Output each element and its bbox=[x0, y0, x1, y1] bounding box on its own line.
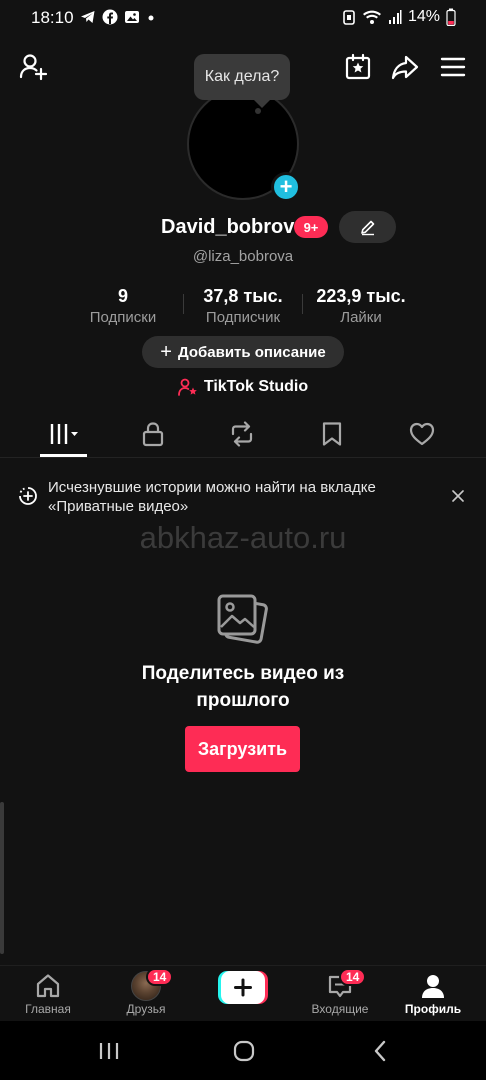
stat-label: Подписки bbox=[89, 309, 157, 326]
plus-icon: + bbox=[279, 174, 293, 199]
stat-value: 223,9 тыс. bbox=[316, 286, 406, 306]
share-profile-button[interactable] bbox=[388, 50, 422, 84]
profile-tabs bbox=[0, 412, 486, 458]
status-left-icons bbox=[80, 9, 156, 25]
status-bar: 18:10 14% bbox=[0, 0, 486, 36]
nav-friends[interactable]: Друзья 14 bbox=[101, 966, 191, 1022]
calendar-star-icon bbox=[345, 53, 371, 80]
add-description-button[interactable]: + Добавить описание bbox=[142, 336, 344, 368]
stat-following[interactable]: 9 Подписки bbox=[84, 286, 162, 326]
tab-private[interactable] bbox=[123, 412, 183, 456]
scroll-indicator[interactable] bbox=[0, 802, 4, 954]
tab-videos[interactable] bbox=[35, 412, 95, 456]
nav-home[interactable]: Главная bbox=[3, 966, 93, 1022]
nav-label: Друзья bbox=[126, 1002, 166, 1016]
stat-value: 37,8 тыс. bbox=[203, 286, 283, 306]
add-description-label: Добавить описание bbox=[177, 343, 326, 361]
nav-icon-wrap bbox=[34, 970, 62, 1002]
stat-divider bbox=[302, 294, 303, 314]
plus-icon: + bbox=[160, 340, 172, 363]
wifi-icon bbox=[362, 10, 381, 24]
notification-badge: 14 bbox=[146, 968, 174, 986]
story-plus-icon bbox=[19, 487, 37, 505]
nav-icon-wrap bbox=[419, 970, 447, 1002]
lock-icon bbox=[142, 422, 164, 447]
stat-divider bbox=[183, 294, 184, 314]
add-friend-button[interactable] bbox=[16, 50, 50, 84]
nav-label: Профиль bbox=[404, 1002, 462, 1016]
empty-state-line: Поделитесь видео из bbox=[141, 663, 345, 684]
stat-followers[interactable]: 37,8 тыс. Подписчик bbox=[194, 286, 292, 326]
stat-label: Лайки bbox=[340, 309, 382, 326]
avatar-add-button[interactable]: + bbox=[271, 172, 301, 202]
studio-label: TikTok Studio bbox=[203, 378, 309, 395]
nav-label: Входящие bbox=[311, 1002, 369, 1016]
banner-text-line: Исчезнувшие истории можно найти на вклад… bbox=[48, 479, 376, 496]
nav-inbox[interactable]: Входящие 14 bbox=[295, 966, 385, 1022]
tooltip-text: Как дела? bbox=[204, 68, 280, 85]
bookmark-icon bbox=[322, 422, 342, 446]
gallery-icon bbox=[125, 11, 139, 23]
empty-state-title: Поделитесь видео из прошлого bbox=[0, 660, 486, 714]
pencil-icon bbox=[360, 220, 374, 236]
close-icon bbox=[452, 490, 464, 502]
banner-text: Исчезнувшие истории можно найти на вклад… bbox=[48, 478, 438, 516]
photos-icon bbox=[217, 594, 268, 644]
tab-reposts[interactable] bbox=[212, 412, 272, 456]
display-name: David_bobrov bbox=[161, 216, 295, 238]
banner-text-line: «Приватные видео» bbox=[48, 498, 189, 515]
tooltip-tail-dot bbox=[255, 108, 261, 114]
profile-icon bbox=[422, 975, 444, 998]
name-badge[interactable]: 9+ bbox=[294, 216, 328, 238]
grid-icon bbox=[50, 424, 78, 444]
stat-label: Подписчик bbox=[205, 309, 281, 326]
nav-profile[interactable]: Профиль bbox=[388, 966, 478, 1022]
signal-icon bbox=[388, 10, 402, 24]
home-icon bbox=[36, 974, 60, 998]
back-chevron-icon bbox=[374, 1040, 386, 1062]
studio-person-icon bbox=[177, 378, 197, 396]
share-icon bbox=[391, 55, 419, 80]
add-friend-icon bbox=[19, 54, 48, 81]
battery-percent: 14% bbox=[407, 8, 440, 25]
alarm-icon bbox=[343, 10, 355, 25]
system-nav-bar bbox=[0, 1021, 486, 1080]
recent-apps-button[interactable] bbox=[94, 1039, 124, 1063]
stats-row: 9 Подписки 37,8 тыс. Подписчик 223,9 тыс… bbox=[0, 286, 486, 326]
upload-button[interactable]: Загрузить bbox=[185, 726, 300, 772]
battery-icon bbox=[446, 8, 456, 26]
tab-liked[interactable] bbox=[392, 412, 452, 456]
status-tooltip[interactable]: Как дела? bbox=[194, 54, 290, 108]
edit-profile-button[interactable] bbox=[339, 211, 396, 243]
status-time: 18:10 bbox=[31, 8, 74, 27]
stat-likes[interactable]: 223,9 тыс. Лайки bbox=[304, 286, 418, 326]
create-button[interactable] bbox=[218, 971, 268, 1004]
heart-icon bbox=[409, 422, 435, 446]
home-circle-icon bbox=[233, 1040, 255, 1062]
back-button[interactable] bbox=[365, 1039, 395, 1063]
status-right-icons: 14% bbox=[342, 8, 456, 26]
facebook-icon bbox=[102, 9, 118, 25]
tab-favorites[interactable] bbox=[302, 412, 362, 456]
watermark: abkhaz-auto.ru bbox=[139, 520, 347, 555]
tiktok-studio-link[interactable]: TikTok Studio bbox=[0, 378, 486, 396]
menu-button[interactable] bbox=[436, 50, 470, 84]
banner-close-button[interactable] bbox=[448, 486, 468, 506]
telegram-icon bbox=[81, 11, 95, 23]
menu-icon bbox=[440, 57, 466, 77]
name-row: David_bobrov bbox=[0, 208, 486, 246]
calendar-button[interactable] bbox=[341, 50, 375, 84]
stat-value: 9 bbox=[117, 286, 128, 306]
dot-icon bbox=[148, 15, 154, 21]
empty-state-line: прошлого bbox=[196, 690, 290, 711]
recent-apps-icon bbox=[99, 1043, 119, 1059]
username: @liza_bobrova bbox=[192, 248, 294, 265]
home-system-button[interactable] bbox=[229, 1039, 259, 1063]
active-tab-indicator bbox=[40, 454, 87, 457]
repost-icon bbox=[231, 421, 253, 447]
notification-badge: 14 bbox=[339, 968, 367, 986]
nav-label: Главная bbox=[25, 1002, 71, 1016]
